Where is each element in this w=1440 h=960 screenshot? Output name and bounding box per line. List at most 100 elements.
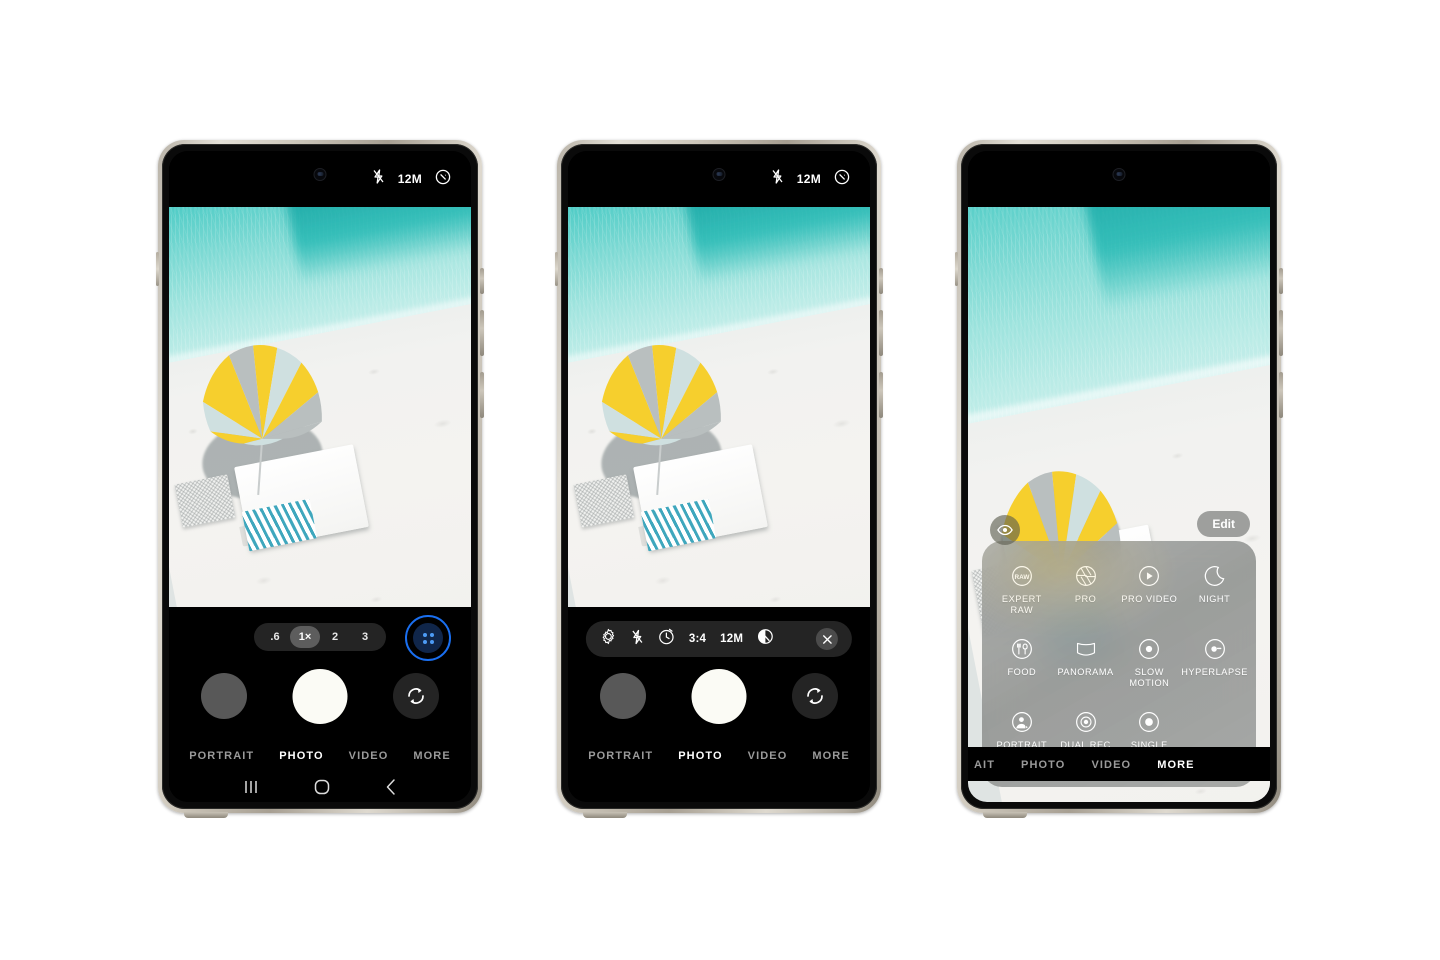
front-camera-punch-hole	[712, 168, 726, 181]
mode-item-pro[interactable]: PRO	[1054, 565, 1118, 616]
zoom-level-selector[interactable]: .6 1× 2 3	[254, 623, 386, 651]
tab-portrait[interactable]: PORTRAIT	[189, 750, 254, 762]
beach-scene-objects	[169, 207, 471, 607]
camera-controls: .6 1× 2 3 PORTRAIT PHOTO VIDEO MORE	[169, 607, 471, 802]
flash-off-icon[interactable]	[372, 169, 385, 189]
phone-mockup-more-modes-panel: Edit RAW EXPERT RAW PRO PRO VIDEO NIGHT …	[955, 140, 1283, 818]
tab-video[interactable]: VIDEO	[349, 750, 389, 762]
fork-spoon-icon	[1011, 638, 1033, 660]
tab-more[interactable]: MORE	[1157, 759, 1194, 771]
phone-screen: 12M	[169, 151, 471, 802]
camera-mode-tabs: AIT PHOTO VIDEO MORE	[968, 747, 1270, 781]
tab-video[interactable]: VIDEO	[1091, 759, 1131, 771]
side-button-top[interactable]	[480, 268, 484, 294]
zoom-chip-0.6[interactable]: .6	[260, 626, 290, 648]
resolution-option[interactable]: 12M	[720, 633, 743, 645]
back-icon[interactable]	[383, 778, 399, 796]
bottom-frame-nub	[983, 812, 1027, 818]
more-options-grid-button[interactable]	[405, 615, 451, 661]
shutter-button[interactable]	[691, 669, 747, 724]
tab-more[interactable]: MORE	[812, 750, 849, 762]
phone-screen: 12M	[568, 151, 870, 802]
aspect-ratio-option[interactable]: 3:4	[689, 633, 706, 645]
woven-mat	[174, 474, 237, 528]
camera-mode-tabs: PORTRAIT PHOTO VIDEO MORE	[169, 750, 471, 762]
mode-item-food[interactable]: FOOD	[990, 638, 1054, 689]
camera-viewfinder-preview[interactable]	[169, 207, 471, 607]
phone-screen: Edit RAW EXPERT RAW PRO PRO VIDEO NIGHT …	[968, 151, 1270, 802]
switch-camera-icon	[807, 688, 823, 704]
preview-toggle-button[interactable]	[990, 515, 1020, 545]
mode-label: PRO	[1074, 594, 1097, 604]
raw-icon: RAW	[1011, 565, 1033, 587]
timer-icon[interactable]	[658, 628, 675, 650]
tab-photo[interactable]: PHOTO	[678, 750, 722, 762]
volume-up-button[interactable]	[879, 310, 883, 356]
status-bar-indicators: 12M	[372, 151, 451, 207]
flash-off-icon[interactable]	[631, 629, 644, 650]
aperture-icon	[1075, 565, 1097, 587]
mode-item-expert-raw[interactable]: RAW EXPERT RAW	[990, 565, 1054, 616]
mode-item-hyperlapse[interactable]: HYPERLAPSE	[1181, 638, 1248, 689]
android-navigation-bar	[169, 778, 471, 796]
settings-gear-icon[interactable]	[600, 628, 617, 650]
home-icon[interactable]	[313, 778, 331, 796]
tab-more[interactable]: MORE	[413, 750, 450, 762]
gallery-thumbnail-button[interactable]	[201, 673, 247, 719]
beach-umbrella	[202, 343, 323, 451]
shutter-button[interactable]	[292, 669, 348, 724]
camera-viewfinder-preview[interactable]: Edit RAW EXPERT RAW PRO PRO VIDEO NIGHT …	[968, 207, 1270, 802]
slow-motion-icon	[1138, 638, 1160, 660]
power-button[interactable]	[879, 372, 883, 418]
left-frame-nub	[955, 252, 958, 286]
tab-portrait[interactable]: AIT	[974, 759, 995, 771]
zoom-chip-2x[interactable]: 2	[320, 626, 350, 648]
power-button[interactable]	[480, 372, 484, 418]
mode-label: NIGHT	[1198, 594, 1231, 604]
tab-photo[interactable]: PHOTO	[279, 750, 323, 762]
mode-label: FOOD	[1007, 667, 1037, 677]
mode-item-pro-video[interactable]: PRO VIDEO	[1117, 565, 1181, 616]
phone-bezel: 12M	[162, 144, 478, 809]
flash-off-icon[interactable]	[771, 169, 784, 189]
mode-item-slow-motion[interactable]: SLOW MOTION	[1117, 638, 1181, 689]
volume-up-button[interactable]	[1279, 310, 1283, 356]
recents-icon[interactable]	[241, 779, 261, 795]
switch-camera-button[interactable]	[792, 673, 838, 719]
side-button-top[interactable]	[1279, 268, 1283, 294]
portrait-video-icon	[1011, 711, 1033, 733]
switch-camera-button[interactable]	[393, 673, 439, 719]
eye-icon	[997, 524, 1013, 536]
camera-viewfinder-preview[interactable]	[568, 207, 870, 607]
resolution-indicator[interactable]: 12M	[398, 172, 422, 186]
motion-photo-off-icon[interactable]	[435, 169, 451, 190]
power-button[interactable]	[1279, 372, 1283, 418]
close-icon	[822, 634, 832, 644]
edit-modes-button[interactable]: Edit	[1197, 511, 1250, 537]
resolution-indicator[interactable]: 12M	[797, 172, 821, 186]
mode-item-night[interactable]: NIGHT	[1181, 565, 1248, 616]
status-bar: 12M	[169, 151, 471, 207]
mode-label: SLOW MOTION	[1129, 667, 1170, 688]
mode-label: EXPERT RAW	[1001, 594, 1042, 615]
motion-photo-off-icon[interactable]	[834, 169, 850, 190]
woven-mat	[573, 474, 636, 528]
tab-photo[interactable]: PHOTO	[1021, 759, 1065, 771]
volume-up-button[interactable]	[480, 310, 484, 356]
gallery-thumbnail-button[interactable]	[600, 673, 646, 719]
beach-umbrella	[601, 343, 722, 451]
panorama-icon	[1075, 638, 1097, 660]
zoom-chip-3x[interactable]: 3	[350, 626, 380, 648]
filters-icon[interactable]	[788, 628, 804, 650]
phone-bezel: Edit RAW EXPERT RAW PRO PRO VIDEO NIGHT …	[961, 144, 1277, 809]
more-modes-grid: RAW EXPERT RAW PRO PRO VIDEO NIGHT FOOD …	[990, 565, 1248, 762]
single-take-icon	[1138, 711, 1160, 733]
motion-photo-off-icon[interactable]	[757, 628, 774, 650]
close-options-button[interactable]	[816, 628, 839, 650]
mode-item-panorama[interactable]: PANORAMA	[1054, 638, 1118, 689]
tab-portrait[interactable]: PORTRAIT	[588, 750, 653, 762]
zoom-chip-1x[interactable]: 1×	[290, 626, 320, 648]
side-button-top[interactable]	[879, 268, 883, 294]
tab-video[interactable]: VIDEO	[748, 750, 788, 762]
beach-scene-objects	[568, 207, 870, 607]
